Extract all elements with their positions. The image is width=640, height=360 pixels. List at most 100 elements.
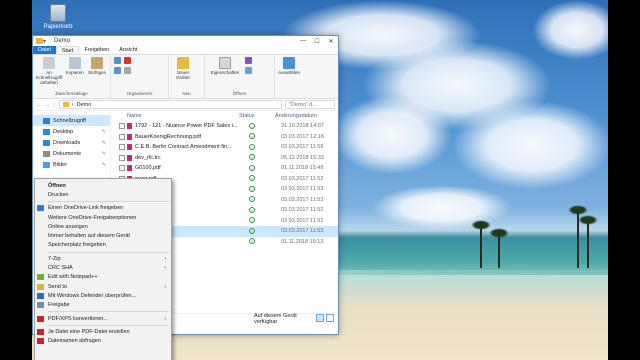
group-name: Öffnen bbox=[232, 91, 247, 96]
checkbox[interactable] bbox=[119, 144, 125, 151]
status-cell: ✓ bbox=[245, 122, 281, 130]
pdf-icon bbox=[37, 338, 44, 345]
menu-item[interactable]: Mit Windows Defender überprüfen... bbox=[35, 291, 171, 300]
download-icon bbox=[43, 139, 50, 146]
checkbox[interactable] bbox=[119, 165, 125, 172]
menu-item[interactable]: Send to › bbox=[35, 282, 171, 291]
sidebar-item-documents[interactable]: Dokumente ✎ bbox=[33, 148, 110, 159]
menu-item-label: CRC SHA bbox=[48, 265, 73, 272]
close-button[interactable]: ✕ bbox=[324, 38, 338, 45]
menu-item-label: Send to bbox=[48, 283, 67, 290]
menu-item[interactable]: Öffnen bbox=[35, 181, 171, 190]
file-date: 03.03.2017 11:58 bbox=[281, 144, 324, 151]
paste-icon bbox=[91, 57, 104, 69]
cloud-icon bbox=[37, 205, 44, 212]
sync-check-icon: ✓ bbox=[249, 238, 255, 245]
file-date: 05.12.2018 15:33 bbox=[281, 154, 324, 161]
menu-item[interactable]: PDF/XPS konvertieren... › bbox=[35, 314, 171, 323]
copy-to-icon[interactable] bbox=[114, 67, 121, 74]
tab-freigeben[interactable]: Freigeben bbox=[79, 46, 114, 54]
menu-item[interactable]: Edit with Notepad++ bbox=[35, 273, 171, 282]
menu-item[interactable]: CRC SHA › bbox=[35, 263, 171, 272]
sync-check-icon: ✓ bbox=[249, 164, 255, 171]
file-name: G0100.pdf bbox=[135, 165, 161, 172]
tab-start[interactable]: Start bbox=[55, 46, 80, 54]
open-icon[interactable] bbox=[245, 57, 252, 64]
quick-access-toolbar[interactable]: ▾ bbox=[43, 38, 46, 45]
menu-item-label: Je Datei eine PDF-Datei erstellen bbox=[48, 328, 130, 335]
sidebar-item-desktop[interactable]: Desktop ✎ bbox=[33, 126, 110, 137]
sync-check-icon: ✓ bbox=[249, 217, 255, 224]
title-bar: ▾ Demo — ☐ ✕ bbox=[33, 36, 338, 46]
menu-item[interactable]: Speicherplatz freigeben bbox=[35, 241, 171, 250]
menu-item[interactable]: Online anzeigen bbox=[35, 222, 171, 231]
menu-item[interactable]: Weitere OneDrive-Freigabeoptionen bbox=[35, 213, 171, 222]
table-row[interactable]: BauerKoenigRechnung.pdf ✓ 03.03.2017 12:18 bbox=[111, 132, 338, 143]
menu-item[interactable]: Dateinamen abfragen bbox=[35, 336, 171, 345]
column-date[interactable]: Änderungsdatum bbox=[275, 113, 317, 119]
sync-check-icon: ✓ bbox=[249, 154, 255, 161]
notepad-icon bbox=[37, 274, 44, 281]
pdf-icon bbox=[37, 315, 44, 322]
up-icon[interactable]: ↑ bbox=[53, 102, 56, 108]
delete-icon[interactable] bbox=[124, 57, 131, 64]
status-text: Auf diesem Gerät verfügbar bbox=[254, 313, 297, 325]
sidebar-item-quick-access[interactable]: Schnellzugriff bbox=[33, 115, 110, 126]
file-date: 01.11.2018 15:13 bbox=[281, 238, 324, 245]
checkbox[interactable] bbox=[119, 154, 125, 161]
edit-icon[interactable] bbox=[245, 67, 252, 74]
maximize-button[interactable]: ☐ bbox=[310, 38, 324, 45]
tiles-view-button[interactable] bbox=[324, 314, 334, 324]
minimize-button[interactable]: — bbox=[296, 38, 310, 45]
column-status[interactable]: Status bbox=[239, 113, 275, 119]
details-view-button[interactable] bbox=[314, 314, 324, 324]
menu-item-label: Immer behalten auf diesem Gerät bbox=[48, 233, 130, 240]
sidebar-item-pictures[interactable]: Bilder ✎ bbox=[33, 159, 110, 170]
paste-button[interactable]: Einfügen bbox=[88, 57, 108, 91]
file-date: 31.10.2018 14:07 bbox=[281, 123, 324, 130]
menu-item-label: PDF/XPS konvertieren... bbox=[48, 315, 108, 322]
sidebar-item-downloads[interactable]: Downloads ✎ bbox=[33, 137, 110, 148]
column-name[interactable]: Name bbox=[119, 113, 239, 119]
menu-item[interactable]: Einen OneDrive-Link freigeben bbox=[35, 204, 171, 213]
pin-icon: ✎ bbox=[101, 161, 106, 168]
status-cell: ✓ bbox=[245, 154, 281, 161]
shield-icon bbox=[37, 292, 44, 299]
file-date: 03.03.2017 11:53 bbox=[281, 228, 324, 235]
status-cell: ✓ bbox=[245, 217, 281, 224]
menu-item[interactable]: Immer behalten auf diesem Gerät bbox=[35, 231, 171, 240]
recycle-bin[interactable]: Papierkorb bbox=[38, 4, 78, 30]
menu-item-label: Öffnen bbox=[48, 182, 66, 189]
address-bar[interactable]: › Demo bbox=[58, 100, 282, 109]
copy-button[interactable]: Kopieren bbox=[65, 57, 85, 91]
search-input[interactable]: "Demo" d... bbox=[285, 100, 335, 109]
forward-icon[interactable]: → bbox=[45, 102, 51, 108]
pdf-icon bbox=[37, 328, 44, 335]
menu-item[interactable]: 7-Zip › bbox=[35, 254, 171, 263]
tab-datei[interactable]: Datei bbox=[33, 46, 56, 54]
move-icon[interactable] bbox=[114, 57, 121, 64]
back-icon[interactable]: ← bbox=[36, 102, 42, 108]
select-button[interactable]: Auswählen bbox=[278, 57, 300, 96]
table-row[interactable]: 1792 - 121 - Nuance Power PDF Sales i...… bbox=[111, 121, 338, 132]
pin-quick-access-button[interactable]: An Schnellzugriff anheften bbox=[36, 57, 62, 91]
table-row[interactable]: dev_rfc.trc ✓ 05.12.2018 15:33 bbox=[111, 153, 338, 164]
pdf-file-icon bbox=[127, 165, 132, 172]
new-folder-button[interactable]: Neuer Ordner bbox=[172, 57, 194, 91]
group-organize: Organisieren bbox=[111, 55, 169, 98]
star-icon bbox=[43, 117, 50, 124]
table-row[interactable]: C.E.B. Berlin Contract Amendment fin... ✓… bbox=[111, 142, 338, 153]
tab-ansicht[interactable]: Ansicht bbox=[114, 46, 142, 54]
chevron-right-icon: › bbox=[164, 315, 166, 322]
group-open: Eigenschaften Öffnen bbox=[205, 55, 275, 98]
checkbox[interactable] bbox=[119, 123, 125, 130]
menu-item[interactable]: Drucken bbox=[35, 190, 171, 199]
menu-item[interactable]: Freigabe bbox=[35, 301, 171, 310]
menu-item[interactable]: Je Datei eine PDF-Datei erstellen bbox=[35, 327, 171, 336]
pin-icon: ✎ bbox=[101, 139, 106, 146]
rename-icon[interactable] bbox=[124, 67, 131, 74]
table-row[interactable]: G0100.pdf ✓ 01.11.2018 15:48 bbox=[111, 163, 338, 174]
group-new: Neuer Ordner Neu bbox=[169, 55, 205, 98]
checkbox[interactable] bbox=[119, 133, 125, 140]
properties-button[interactable]: Eigenschaften bbox=[208, 57, 242, 91]
